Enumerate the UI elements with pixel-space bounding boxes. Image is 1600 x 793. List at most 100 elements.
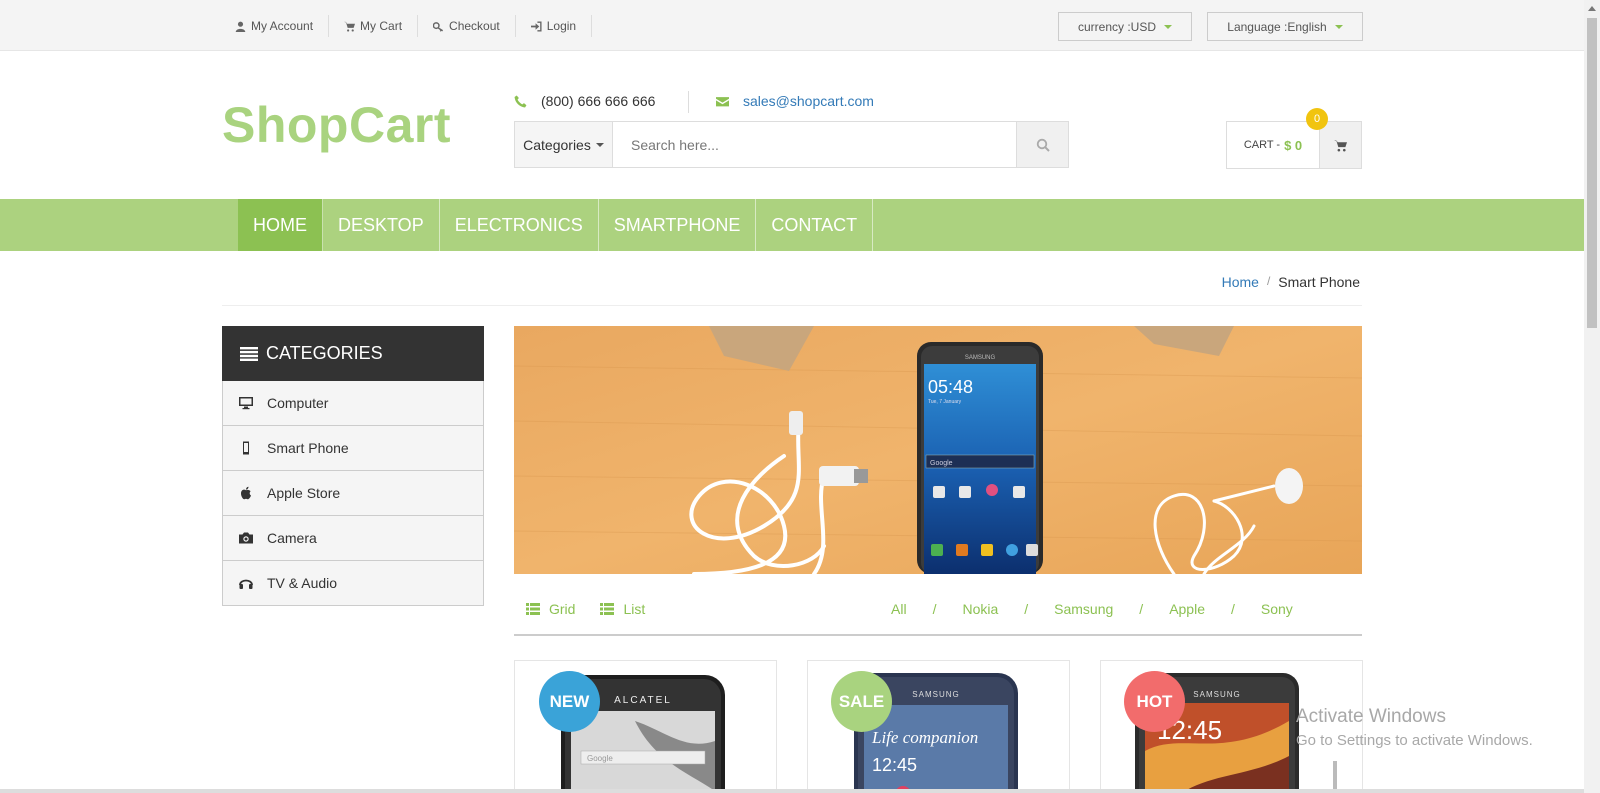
filter-sony[interactable]: Sony xyxy=(1261,601,1293,617)
breadcrumb-current: Smart Phone xyxy=(1278,274,1360,290)
chevron-down-icon xyxy=(595,142,604,147)
badge-label: SALE xyxy=(838,691,885,711)
sign-in-icon xyxy=(530,20,542,32)
categories-sidebar: CATEGORIES Computer Smart Phone Apple St… xyxy=(222,326,484,606)
banner-phone-search: Google xyxy=(930,460,953,467)
top-bar: My Account My Cart Checkout Login curren… xyxy=(0,0,1584,51)
cart-icon xyxy=(344,21,356,32)
scrollbar-thumb[interactable] xyxy=(1587,18,1597,328)
category-computer[interactable]: Computer xyxy=(222,381,484,426)
language-dropdown[interactable]: Language :English xyxy=(1207,12,1363,41)
list-icon xyxy=(240,346,258,361)
apple-icon xyxy=(241,486,251,500)
breadcrumb-home[interactable]: Home xyxy=(1222,274,1259,290)
banner-phone-date: Tue, 7 January xyxy=(928,399,962,405)
category-select[interactable]: Categories xyxy=(515,122,613,167)
grid-view-button[interactable]: Grid xyxy=(526,601,575,617)
cart-count-badge: 0 xyxy=(1306,108,1328,130)
product-screen-text: Life companion xyxy=(871,728,978,747)
checkout-label: Checkout xyxy=(449,19,500,33)
email-link[interactable]: sales@shopcart.com xyxy=(743,93,874,109)
chevron-down-icon xyxy=(1164,24,1173,29)
desktop-icon xyxy=(239,397,253,410)
th-list-icon xyxy=(600,603,615,615)
activate-windows-watermark: Activate Windows Go to Settings to activ… xyxy=(1296,706,1533,749)
list-view-button[interactable]: List xyxy=(600,601,645,617)
main-nav: HOME DESKTOP ELECTRONICS SMARTPHONE CONT… xyxy=(0,199,1584,251)
phone-icon xyxy=(514,95,527,107)
list-label: List xyxy=(623,601,646,617)
sale-badge: SALE xyxy=(831,671,892,732)
mobile-icon xyxy=(243,441,249,455)
view-toggle: Grid List xyxy=(526,601,645,617)
mini-cart: CART - $ 0 xyxy=(1226,121,1362,169)
chevron-down-icon xyxy=(1334,24,1343,29)
breadcrumb: Home / Smart Phone xyxy=(1222,274,1360,290)
site-logo[interactable]: ShopCart xyxy=(222,96,451,154)
product-brand: ALCATEL xyxy=(614,695,672,706)
cart-total: $ 0 xyxy=(1284,137,1303,153)
breadcrumb-separator: / xyxy=(1266,274,1271,288)
brand-filters: All / Nokia / Samsung / Apple / Sony xyxy=(891,601,1293,617)
hot-badge: HOT xyxy=(1124,671,1185,732)
headphones-icon xyxy=(239,579,253,589)
search-button[interactable] xyxy=(1016,122,1068,167)
filter-nokia[interactable]: Nokia xyxy=(962,601,998,617)
language-label: Language :English xyxy=(1227,19,1327,34)
filter-apple[interactable]: Apple xyxy=(1169,601,1205,617)
account-links: My Account My Cart Checkout Login xyxy=(225,15,593,37)
login-label: Login xyxy=(546,19,577,33)
cart-icon xyxy=(1334,139,1347,151)
nav-home[interactable]: HOME xyxy=(238,199,323,251)
nav-desktop[interactable]: DESKTOP xyxy=(323,199,440,251)
category-label: Apple Store xyxy=(267,485,341,501)
category-label: TV & Audio xyxy=(267,575,338,591)
cart-summary[interactable]: CART - $ 0 xyxy=(1227,122,1319,168)
camera-icon xyxy=(239,532,253,544)
nav-smartphone[interactable]: SMARTPHONE xyxy=(599,199,757,251)
nav-electronics[interactable]: ELECTRONICS xyxy=(440,199,599,251)
banner-image: SAMSUNG 05:48 Tue, 7 January Google xyxy=(514,326,1362,574)
category-label: Computer xyxy=(267,395,329,411)
category-camera[interactable]: Camera xyxy=(222,516,484,561)
login-link[interactable]: Login xyxy=(516,15,593,37)
category-apple-store[interactable]: Apple Store xyxy=(222,471,484,516)
my-cart-link[interactable]: My Cart xyxy=(329,15,419,37)
checkout-link[interactable]: Checkout xyxy=(418,15,516,37)
filter-all[interactable]: All xyxy=(891,601,907,617)
currency-dropdown[interactable]: currency :USD xyxy=(1058,12,1192,41)
my-account-label: My Account xyxy=(251,19,314,33)
category-label: Camera xyxy=(267,530,317,546)
category-smart-phone[interactable]: Smart Phone xyxy=(222,426,484,471)
my-cart-label: My Cart xyxy=(360,19,403,33)
filter-divider xyxy=(514,634,1362,636)
banner-phone-brand: SAMSUNG xyxy=(965,355,996,361)
filter-separator: / xyxy=(1231,601,1235,617)
my-account-link[interactable]: My Account xyxy=(225,15,330,37)
envelope-icon xyxy=(716,96,729,106)
product-screen-time: 12:45 xyxy=(872,755,917,775)
divider xyxy=(222,305,1362,306)
filter-separator: / xyxy=(932,601,937,617)
product-screen-text: Google xyxy=(587,754,613,763)
cart-button[interactable] xyxy=(1319,122,1361,168)
search-icon xyxy=(1036,138,1050,152)
contact-divider xyxy=(688,91,689,113)
phone-number: (800) 666 666 666 xyxy=(541,93,656,109)
th-list-icon xyxy=(526,603,540,615)
scroll-up-arrow-icon[interactable] xyxy=(1586,3,1598,15)
category-tv-audio[interactable]: TV & Audio xyxy=(222,561,484,606)
cart-label: CART - xyxy=(1243,139,1281,151)
horizontal-scrollbar[interactable] xyxy=(0,789,1584,793)
currency-label: currency :USD xyxy=(1077,19,1157,34)
filter-separator: / xyxy=(1139,601,1144,617)
banner-phone-time: 05:48 xyxy=(928,377,973,397)
categories-header: CATEGORIES xyxy=(222,326,484,381)
badge-label: HOT xyxy=(1136,691,1173,711)
search-input[interactable] xyxy=(613,122,1016,167)
watermark-title: Activate Windows xyxy=(1296,706,1446,727)
nav-contact[interactable]: CONTACT xyxy=(756,199,874,251)
email-contact: sales@shopcart.com xyxy=(716,93,874,109)
filter-samsung[interactable]: Samsung xyxy=(1054,601,1113,617)
search-bar: Categories xyxy=(514,121,1069,168)
